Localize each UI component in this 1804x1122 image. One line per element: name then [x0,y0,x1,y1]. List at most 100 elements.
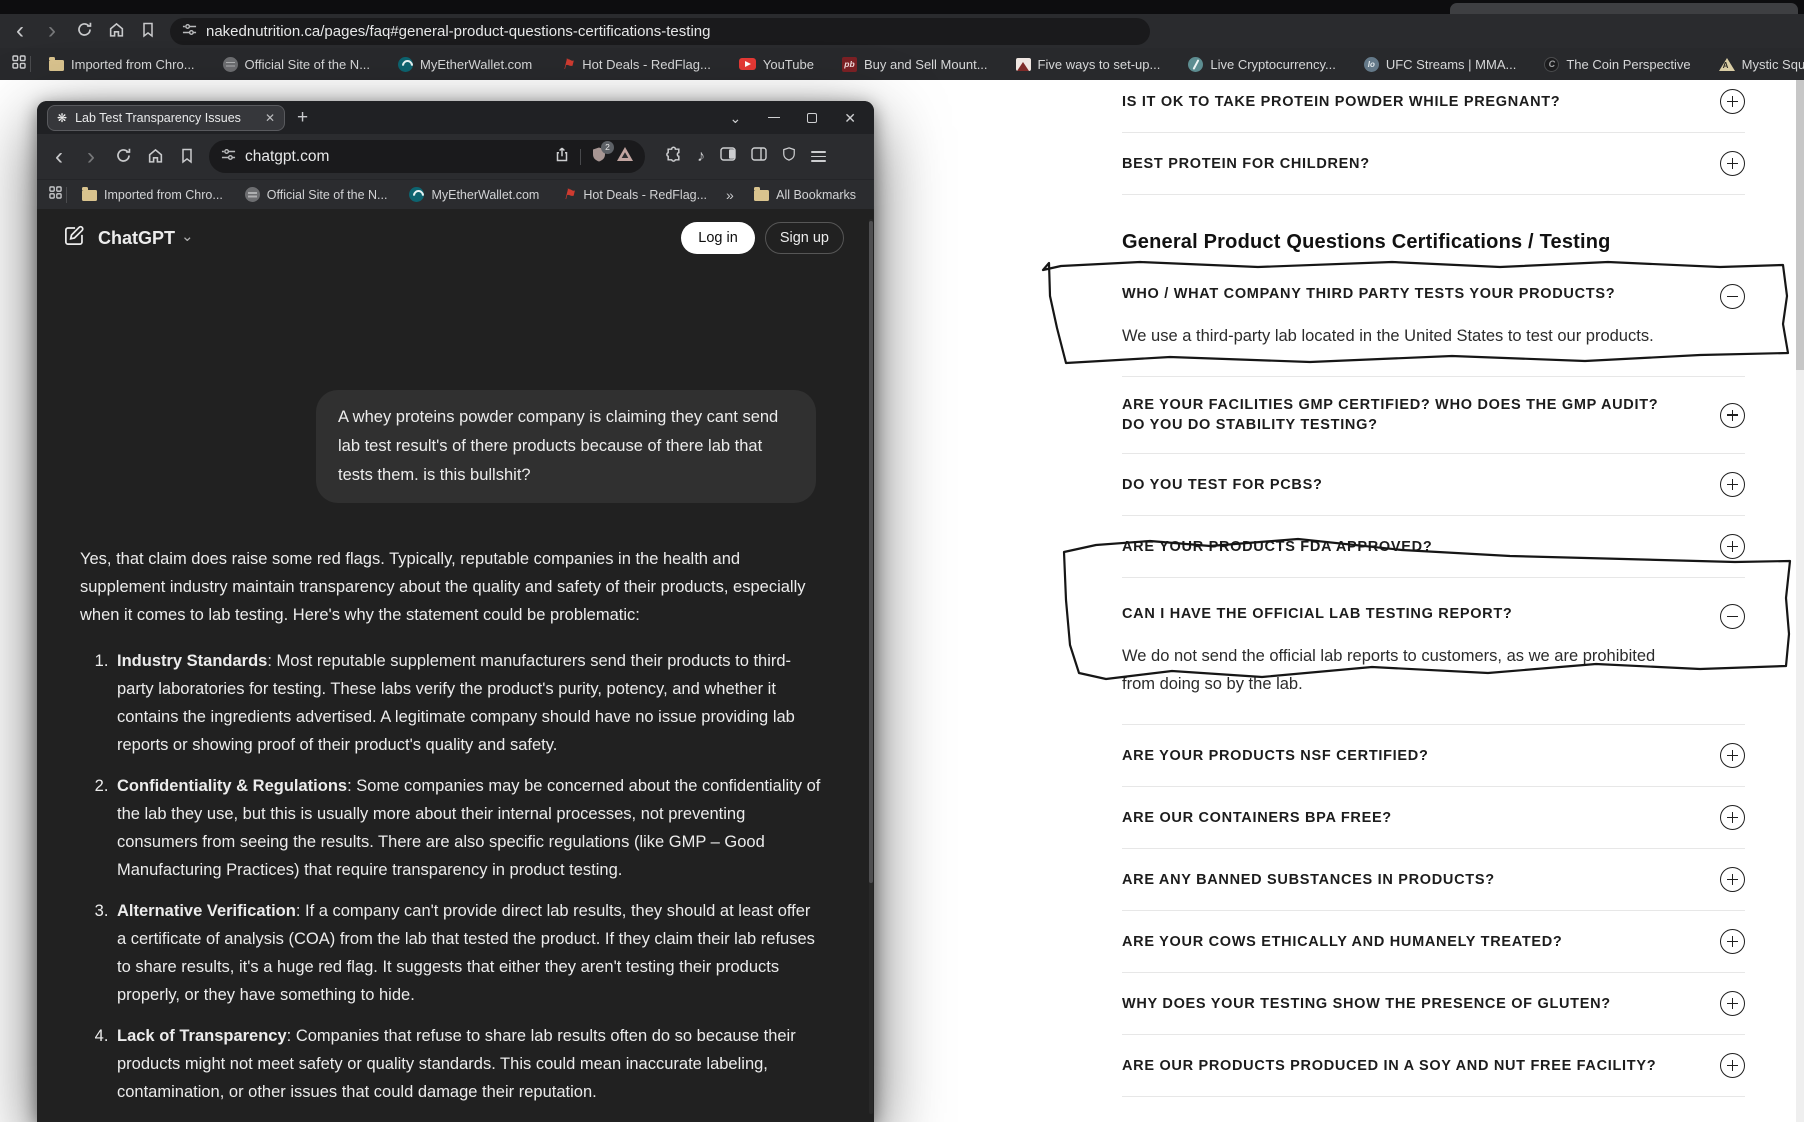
faq-question: WHO / WHAT COMPANY THIRD PARTY TESTS YOU… [1122,284,1720,304]
reload-icon[interactable] [113,145,133,169]
bookmark-live-crypto[interactable]: Live Cryptocurrency... [1174,57,1349,72]
bookmark-imported[interactable]: Imported from Chro... [35,57,209,72]
reload-icon[interactable] [74,19,94,43]
window-top-strip [0,0,1804,14]
plus-icon[interactable] [1720,991,1745,1016]
forward-icon[interactable]: › [81,145,101,169]
minus-icon[interactable] [1720,284,1745,309]
bookmarks-overflow-icon[interactable]: » [718,187,742,203]
minimize-icon[interactable] [768,117,780,119]
apps-grid-icon[interactable] [49,186,62,204]
plus-icon[interactable] [1720,472,1745,497]
bookmark-myetherwallet[interactable]: MyEtherWallet.com [398,187,550,202]
faq-question: ARE YOUR PRODUCTS NSF CERTIFIED? [1122,746,1720,766]
maximize-icon[interactable] [807,113,817,123]
extensions-puzzle-icon[interactable] [665,146,682,168]
menu-icon[interactable] [811,148,826,165]
site-settings-icon[interactable] [182,22,197,41]
plus-icon[interactable] [1720,1053,1745,1078]
faq-item[interactable]: ARE YOUR COWS ETHICALLY AND HUMANELY TRE… [1122,911,1745,973]
address-bar[interactable]: chatgpt.com 2 [209,140,645,173]
faq-item[interactable]: ARE YOUR FACILITIES GMP CERTIFIED? WHO D… [1122,377,1745,454]
bookmark-official-site[interactable]: Official Site of the N... [209,57,384,72]
bookmark-icon[interactable] [138,19,158,43]
plus-icon[interactable] [1720,867,1745,892]
faq-item[interactable]: IS IT OK TO TAKE PROTEIN POWDER WHILE PR… [1122,80,1745,133]
faq-item[interactable]: BEST PROTEIN FOR CHILDREN? [1122,133,1745,195]
sidebar-outline-icon[interactable] [751,147,767,166]
bookmark-mystic-squirrels[interactable]: AMystic Squirrels (Sp... [1705,57,1804,72]
back-icon[interactable]: ‹ [10,19,30,43]
divider [66,187,67,203]
apps-grid-icon[interactable] [12,55,26,74]
faq-item-expanded: WHO / WHAT COMPANY THIRD PARTY TESTS YOU… [1122,254,1745,377]
new-tab-icon[interactable]: + [297,107,308,129]
faq-item[interactable]: ARE ANY BANNED SUBSTANCES IN PRODUCTS? [1122,849,1745,911]
scrollbar-thumb[interactable] [1796,80,1804,370]
answer-intro: Yes, that claim does raise some red flag… [80,545,822,629]
crypto-icon [1188,57,1203,72]
site-settings-icon[interactable] [221,147,236,167]
brave-rewards-icon[interactable] [617,147,633,166]
home-icon[interactable] [106,19,126,43]
compose-icon[interactable] [63,224,86,252]
back-icon[interactable]: ‹ [49,145,69,169]
tab-search-chevron-icon[interactable]: ⌄ [730,111,742,125]
share-icon[interactable] [554,146,570,168]
bookmark-buy-sell[interactable]: pbBuy and Sell Mount... [828,57,1002,72]
list-item: Alternative Verification: If a company c… [113,897,822,1009]
bookmark-five-ways[interactable]: Five ways to set-up... [1002,57,1175,72]
bookmark-icon[interactable] [177,145,197,169]
close-window-icon[interactable]: ✕ [844,111,856,125]
bookmark-hotdeals[interactable]: ⚑Hot Deals - RedFlag... [546,57,725,72]
page-scrollbar[interactable] [1796,80,1804,1122]
chat-scrollbar[interactable] [869,219,873,1114]
all-bookmarks[interactable]: All Bookmarks [754,188,862,202]
tab-close-icon[interactable]: ✕ [265,111,275,125]
faq-item[interactable]: DO YOU TEST FOR PCBS? [1122,454,1745,516]
plus-icon[interactable] [1720,534,1745,559]
plus-icon[interactable] [1720,743,1745,768]
folder-icon [82,190,97,201]
plus-icon[interactable] [1720,929,1745,954]
url-text: chatgpt.com [245,148,329,166]
chatgpt-brand[interactable]: ChatGPT ⌄ [98,228,194,249]
plus-icon[interactable] [1720,151,1745,176]
list-item: Industry Standards: Most reputable suppl… [113,647,822,759]
faq-question-row[interactable]: CAN I HAVE THE OFFICIAL LAB TESTING REPO… [1122,604,1745,629]
vpn-shield-icon[interactable] [782,146,796,167]
sidebar-filled-icon[interactable] [720,147,736,166]
faq-item[interactable]: ARE YOUR PRODUCTS NSF CERTIFIED? [1122,725,1745,787]
chat-scrollbar-thumb[interactable] [869,221,873,883]
music-note-icon[interactable]: ♪ [697,149,705,165]
brave-shield-icon[interactable]: 2 [591,146,607,168]
faq-item[interactable]: ARE OUR PRODUCTS PRODUCED IN A SOY AND N… [1122,1035,1745,1097]
signup-button[interactable]: Sign up [765,222,844,254]
plus-icon[interactable] [1720,89,1745,114]
chatgpt-header: ChatGPT ⌄ Log in Sign up [63,222,844,254]
plus-icon[interactable] [1720,805,1745,830]
warning-triangle-icon: A [1719,58,1735,71]
login-button[interactable]: Log in [681,222,755,254]
address-bar[interactable]: nakednutrition.ca/pages/faq#general-prod… [170,18,1150,45]
bookmark-youtube[interactable]: YouTube [725,57,828,72]
faq-item[interactable]: ARE YOUR PRODUCTS FDA APPROVED? [1122,516,1745,578]
plus-icon[interactable] [1720,403,1745,428]
tab-lab-test[interactable]: ❋ Lab Test Transparency Issues ✕ [47,105,285,131]
list-item: Lack of Transparency: Companies that ref… [113,1022,822,1106]
faq-question-row[interactable]: WHO / WHAT COMPANY THIRD PARTY TESTS YOU… [1122,284,1745,309]
home-icon[interactable] [145,145,165,169]
bookmark-official-site[interactable]: Official Site of the N... [234,187,399,202]
bookmark-imported[interactable]: Imported from Chro... [71,188,234,202]
bookmark-myetherwallet[interactable]: MyEtherWallet.com [384,57,546,72]
chat-browser-window: ❋ Lab Test Transparency Issues ✕ + ⌄ ✕ ‹… [37,101,874,1122]
faq-item[interactable]: WHY DOES YOUR TESTING SHOW THE PRESENCE … [1122,973,1745,1035]
bookmark-hotdeals[interactable]: ⚑Hot Deals - RedFlag... [550,187,718,202]
minus-icon[interactable] [1720,604,1745,629]
bookmark-ufc-streams[interactable]: IoUFC Streams | MMA... [1350,57,1531,72]
faq-answer: We do not send the official lab reports … [1122,642,1682,698]
forward-icon[interactable]: › [42,19,62,43]
url-text: nakednutrition.ca/pages/faq#general-prod… [206,23,710,40]
bookmark-coin-perspective[interactable]: CThe Coin Perspective [1530,57,1704,72]
faq-item[interactable]: ARE OUR CONTAINERS BPA FREE? [1122,787,1745,849]
